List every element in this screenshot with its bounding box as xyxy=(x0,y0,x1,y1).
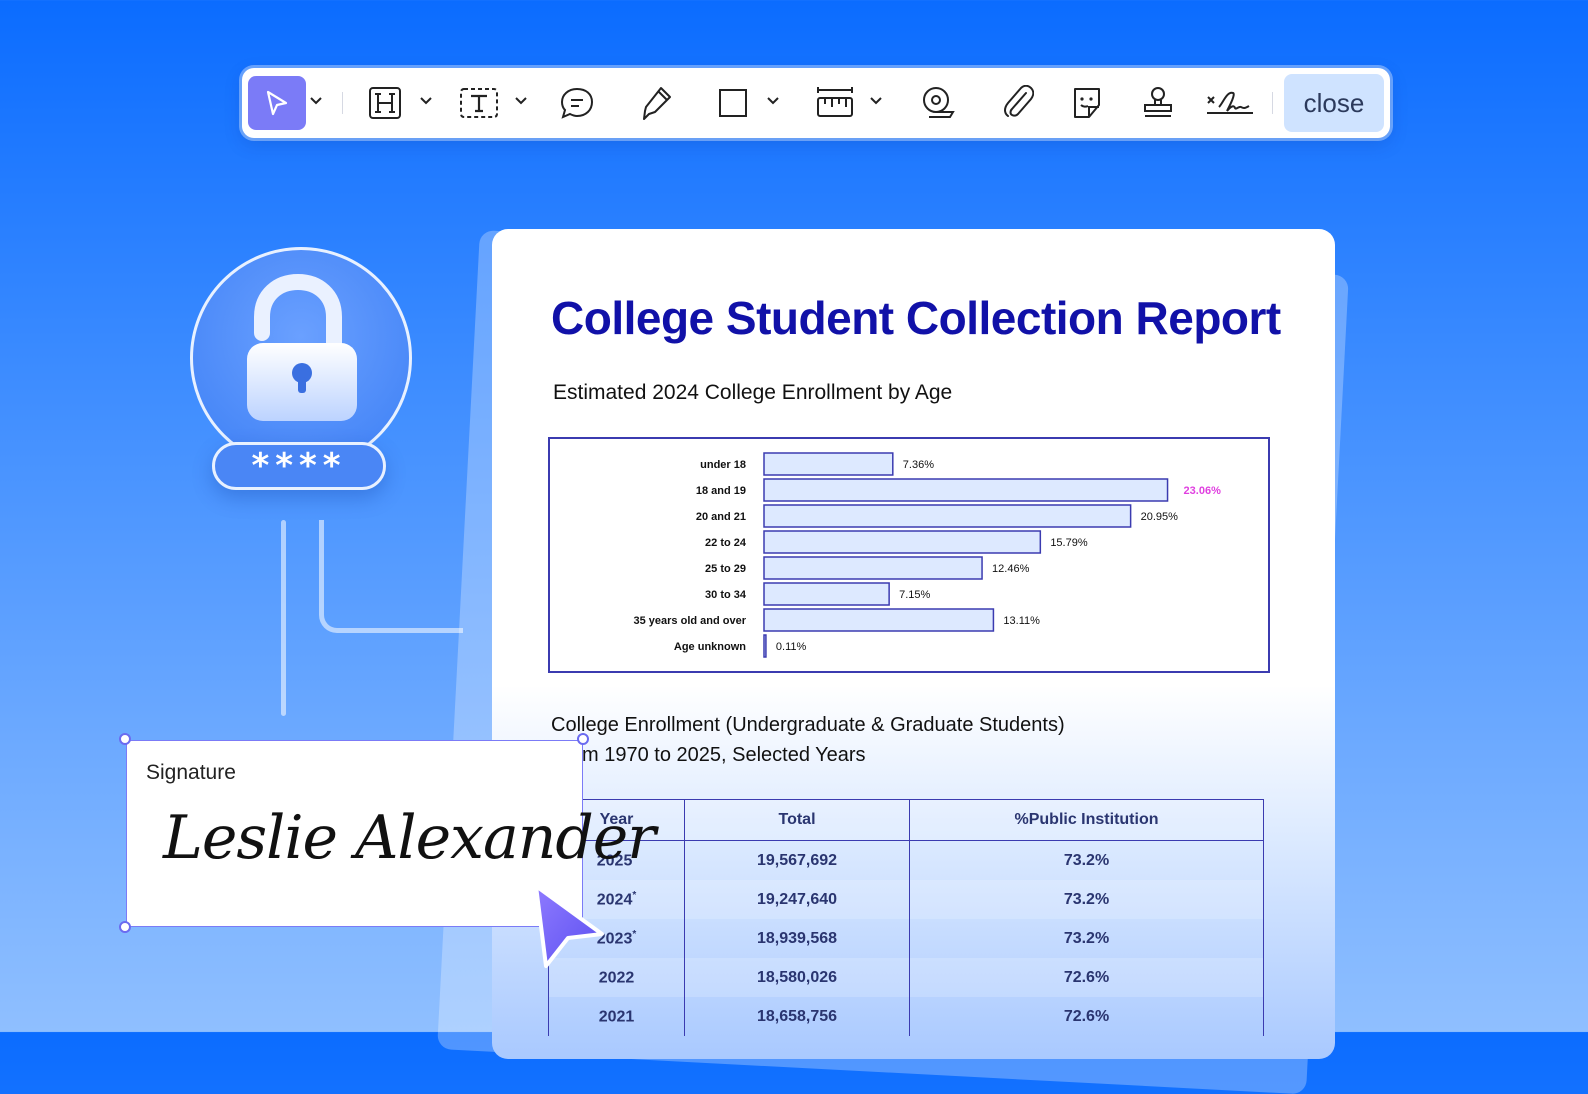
signature-tool-button[interactable] xyxy=(1202,76,1258,130)
category-label: Age unknown xyxy=(674,641,746,653)
heading-icon xyxy=(369,87,401,119)
data-label: 12.46% xyxy=(992,563,1030,575)
comment-icon xyxy=(560,87,594,119)
pen-icon xyxy=(643,87,671,120)
enrollment-table: Year Total %Public Institution 2025* 19,… xyxy=(548,799,1264,1036)
column-header-total: Total xyxy=(684,799,910,841)
resize-handle[interactable] xyxy=(119,921,131,933)
bar xyxy=(763,452,894,476)
security-lock-badge xyxy=(190,247,412,469)
password-field: **** xyxy=(212,442,386,490)
chevron-down-icon[interactable] xyxy=(870,96,882,106)
chart-title: Estimated 2024 College Enrollment by Age xyxy=(553,381,953,404)
pen-tool-button[interactable] xyxy=(632,76,678,130)
document-title: College Student Collection Report xyxy=(551,292,1281,344)
category-label: 18 and 19 xyxy=(696,485,746,497)
measure-tool-button[interactable] xyxy=(812,76,858,130)
stamp-tool-button[interactable] xyxy=(1135,76,1181,130)
total-cell: 18,580,026 xyxy=(684,958,910,997)
toolbar-divider xyxy=(342,92,343,114)
category-label: 35 years old and over xyxy=(634,615,747,627)
data-label: 7.36% xyxy=(903,459,934,471)
table-row: 2023* 18,939,568 73.2% xyxy=(548,919,1264,958)
sticker-icon xyxy=(1074,88,1100,118)
data-label: 23.06% xyxy=(1184,485,1222,497)
table-title-line: m 1970 to 2025, Selected Years xyxy=(582,744,866,766)
unlock-icon xyxy=(247,273,357,421)
heading-tool-button[interactable] xyxy=(362,76,408,130)
year-cell: 2021 xyxy=(548,997,685,1036)
category-label: under 18 xyxy=(700,459,746,471)
bar xyxy=(763,556,983,580)
total-cell: 19,567,692 xyxy=(684,840,910,880)
public-pct-cell: 72.6% xyxy=(909,958,1264,997)
total-cell: 18,658,756 xyxy=(684,997,910,1036)
attach-tool-button[interactable] xyxy=(994,76,1040,130)
shape-tool-button[interactable] xyxy=(710,76,756,130)
data-label: 7.15% xyxy=(899,589,930,601)
tape-tool-button[interactable] xyxy=(915,76,961,130)
paperclip-icon xyxy=(1004,85,1034,117)
tape-icon xyxy=(923,87,955,118)
square-icon xyxy=(719,89,747,117)
signature-field[interactable]: Signature Leslie Alexander xyxy=(126,740,656,927)
public-pct-cell: 72.6% xyxy=(909,997,1264,1036)
pdf-document-page: College Student Collection Report Estima… xyxy=(492,229,1335,1059)
data-label: 0.11% xyxy=(776,641,807,653)
text-tool-button[interactable] xyxy=(456,76,502,130)
total-cell: 18,939,568 xyxy=(684,919,910,958)
public-pct-cell: 73.2% xyxy=(909,880,1264,919)
total-cell: 19,247,640 xyxy=(684,880,910,919)
bar-chart: under 18 7.36% 18 and 19 23.06% 20 and 21 20.… xyxy=(634,452,1222,658)
chevron-down-icon[interactable] xyxy=(310,96,322,106)
signature-handwriting: Leslie Alexander xyxy=(163,803,656,873)
annotation-toolbar: close xyxy=(242,68,1390,138)
chevron-down-icon[interactable] xyxy=(420,96,432,106)
bar xyxy=(763,634,767,658)
data-label: 15.79% xyxy=(1050,537,1088,549)
public-pct-cell: 73.2% xyxy=(909,840,1264,880)
category-label: 30 to 34 xyxy=(705,589,747,601)
chevron-down-icon[interactable] xyxy=(515,96,527,106)
table-row: 2024* 19,247,640 73.2% xyxy=(548,880,1264,919)
column-header-public: %Public Institution xyxy=(909,799,1264,841)
bar xyxy=(763,608,995,632)
chevron-down-icon[interactable] xyxy=(767,96,779,106)
toolbar-divider xyxy=(1272,92,1273,114)
bar xyxy=(763,478,1169,502)
public-pct-cell: 73.2% xyxy=(909,919,1264,958)
table-row: 2025* 19,567,692 73.2% xyxy=(548,840,1264,880)
category-label: 25 to 29 xyxy=(705,563,746,575)
resize-handle[interactable] xyxy=(577,733,589,745)
sticker-tool-button[interactable] xyxy=(1064,76,1110,130)
mouse-cursor-icon xyxy=(534,884,604,968)
table-title: College Enrollment (Undergraduate & Grad… xyxy=(551,710,1065,770)
pointer-icon xyxy=(266,90,288,116)
table-row: 2022 18,580,026 72.6% xyxy=(548,958,1264,997)
bar xyxy=(763,582,890,606)
category-label: 22 to 24 xyxy=(705,537,747,549)
category-label: 20 and 21 xyxy=(696,511,746,523)
bar xyxy=(763,530,1042,554)
enrollment-chart: under 18 7.36% 18 and 19 23.06% 20 and 21 20.… xyxy=(548,437,1270,673)
text-box-icon xyxy=(460,88,498,118)
resize-handle[interactable] xyxy=(119,733,131,745)
connector-line xyxy=(319,520,463,633)
data-label: 13.11% xyxy=(1003,615,1040,627)
table-title-line: College Enrollment (Undergraduate & Grad… xyxy=(551,714,1065,736)
stamp-icon xyxy=(1144,87,1172,117)
comment-tool-button[interactable] xyxy=(554,76,600,130)
bar xyxy=(763,504,1132,528)
connector-line xyxy=(281,520,286,716)
close-button[interactable]: close xyxy=(1284,74,1384,132)
data-label: 20.95% xyxy=(1141,511,1179,523)
ruler-icon xyxy=(817,87,853,117)
select-tool-button[interactable] xyxy=(248,76,306,130)
table-row: 2021 18,658,756 72.6% xyxy=(548,997,1264,1036)
signature-icon xyxy=(1207,91,1253,114)
signature-label: Signature xyxy=(146,761,236,784)
